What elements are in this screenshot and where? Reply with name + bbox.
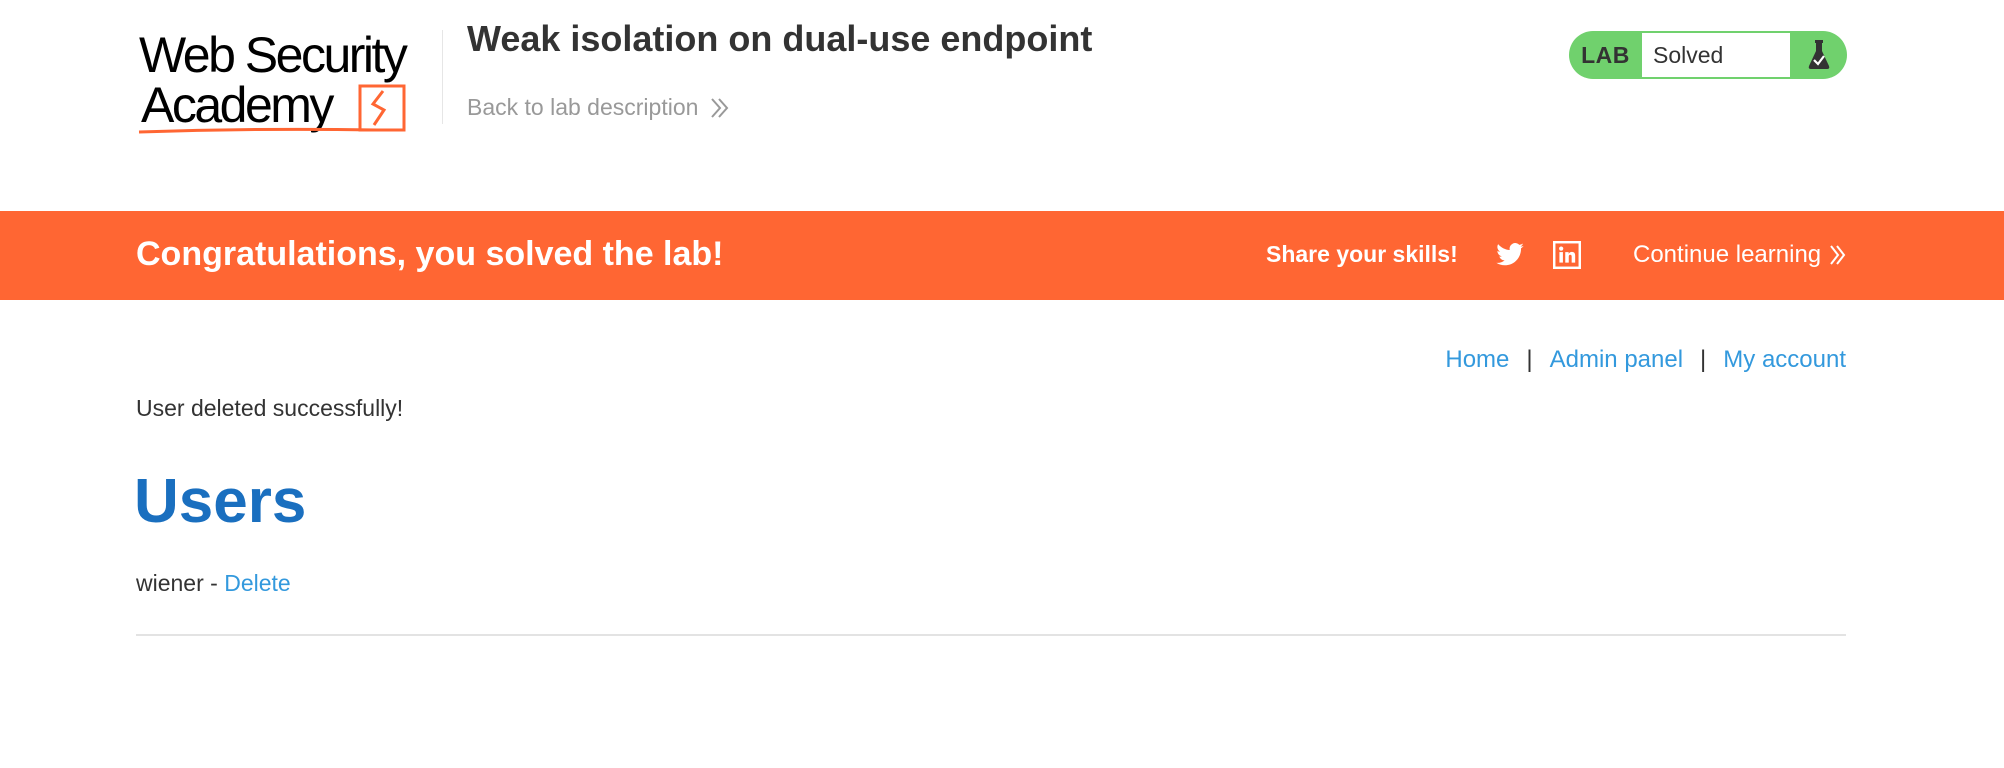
continue-learning-label: Continue learning bbox=[1633, 241, 1822, 268]
logo-graphic: Web Security Academy bbox=[138, 27, 410, 134]
nav-admin-panel-link[interactable]: Admin panel bbox=[1550, 346, 1683, 374]
lab-status-widget: LAB Solved bbox=[1569, 31, 1847, 79]
lab-status-label: LAB bbox=[1581, 41, 1630, 68]
back-to-lab-description-link[interactable]: Back to lab description bbox=[467, 94, 730, 121]
continue-learning-link[interactable]: Continue learning bbox=[1633, 241, 1847, 269]
lab-status-text: Solved bbox=[1642, 32, 1790, 78]
solved-message: Congratulations, you solved the lab! bbox=[136, 235, 724, 273]
linkedin-icon[interactable] bbox=[1552, 240, 1582, 270]
double-chevron-right-icon bbox=[711, 97, 729, 118]
nav-home-link[interactable]: Home bbox=[1445, 346, 1509, 374]
flask-icon bbox=[1790, 39, 1847, 71]
back-link-label: Back to lab description bbox=[467, 94, 699, 120]
web-security-academy-logo[interactable]: Web Security Academy bbox=[137, 27, 437, 138]
nav-my-account-link[interactable]: My account bbox=[1723, 346, 1846, 374]
page-header: Web Security Academy Weak isolation on d… bbox=[0, 0, 2004, 211]
share-skills-label: Share your skills! bbox=[1266, 241, 1458, 267]
user-name: wiener bbox=[136, 570, 204, 596]
logo-line-2: Academy bbox=[141, 77, 334, 133]
top-navigation: Home | Admin panel | My account bbox=[1445, 346, 1846, 374]
twitter-icon[interactable] bbox=[1495, 240, 1525, 270]
content-divider bbox=[136, 634, 1846, 636]
logo-line-1: Web Security bbox=[139, 28, 408, 83]
nav-separator: | bbox=[1526, 346, 1533, 373]
users-heading: Users bbox=[134, 467, 307, 536]
success-notice: User deleted successfully! bbox=[136, 395, 404, 421]
lab-title: Weak isolation on dual-use endpoint bbox=[467, 18, 1093, 59]
double-chevron-right-icon bbox=[1830, 245, 1846, 265]
nav-separator: | bbox=[1700, 346, 1707, 373]
user-row-separator: - bbox=[210, 570, 218, 596]
user-list-item: wiener - Delete bbox=[136, 570, 291, 597]
logo-bolt bbox=[370, 90, 387, 126]
logo-divider bbox=[442, 30, 443, 124]
delete-user-link[interactable]: Delete bbox=[224, 570, 290, 596]
congratulations-banner: Congratulations, you solved the lab! Sha… bbox=[0, 211, 2004, 300]
